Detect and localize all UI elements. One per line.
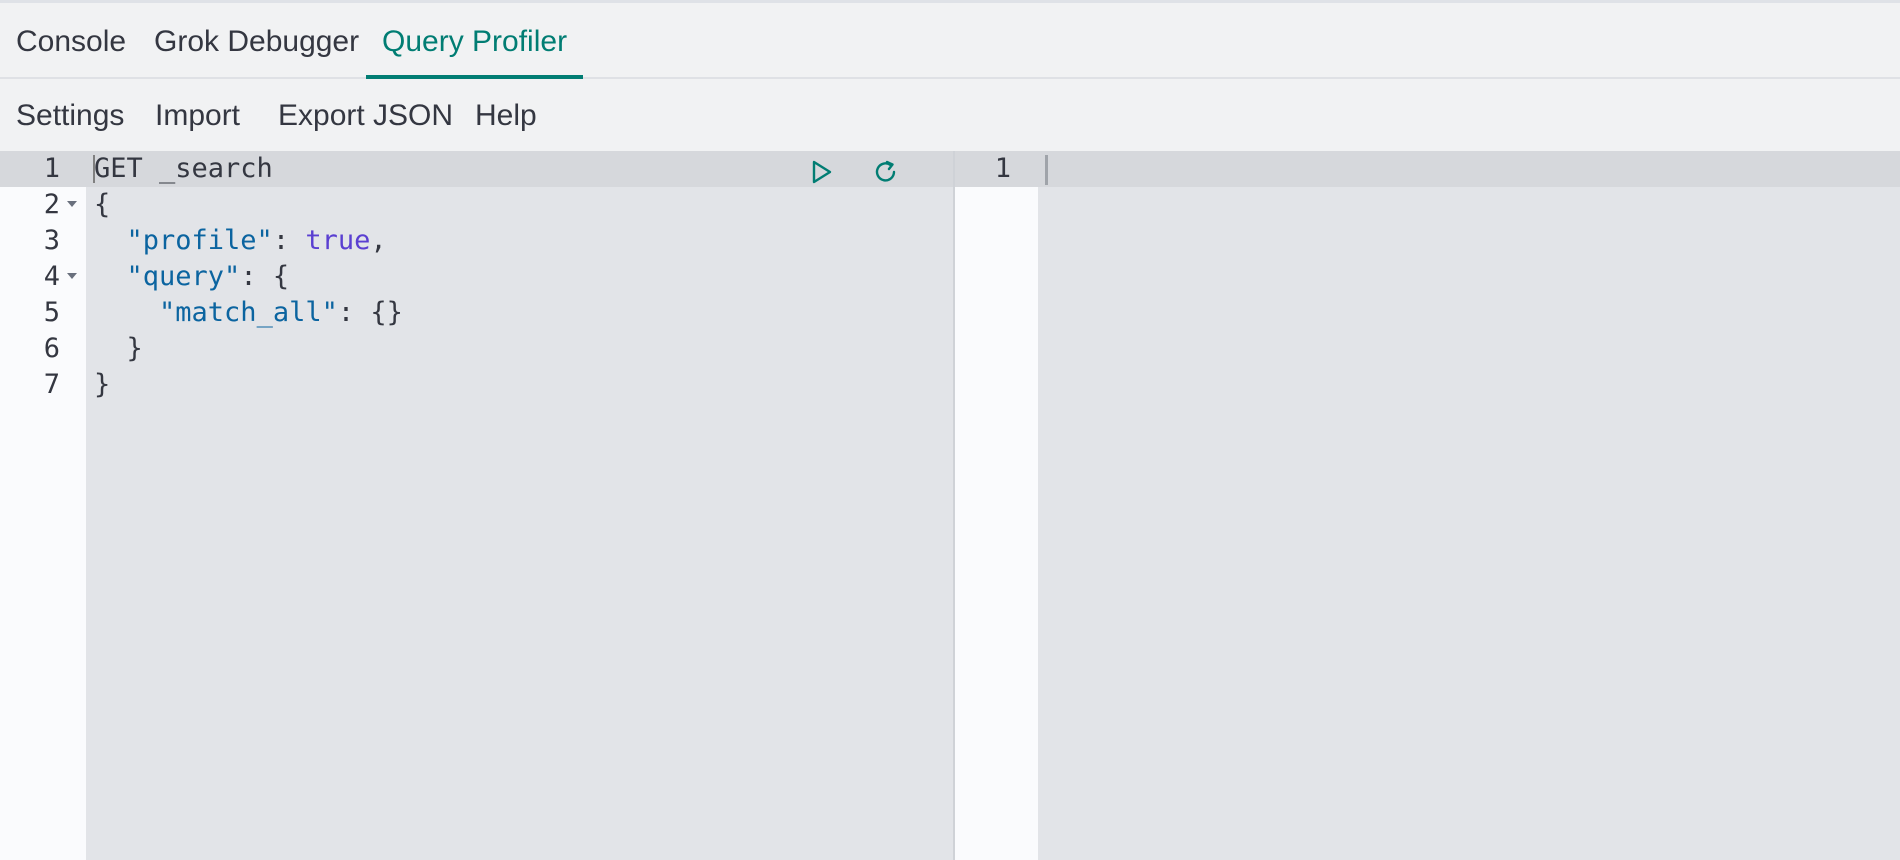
output-text-cursor (1045, 155, 1048, 185)
import-menu-item[interactable]: Import (155, 79, 240, 151)
text-cursor (93, 155, 95, 183)
code-text: GET _search (94, 153, 273, 184)
code-line[interactable]: 2 { (0, 187, 953, 223)
line-number: 7 (43, 369, 60, 400)
code-line[interactable]: 7 } (0, 367, 953, 403)
refresh-icon[interactable] (873, 159, 899, 185)
line-number: 6 (43, 333, 60, 364)
code-line[interactable]: 5 "match_all": {} (0, 295, 953, 331)
play-icon[interactable] (808, 159, 834, 185)
code-line[interactable]: 3 "profile": true, (0, 223, 953, 259)
line-number: 5 (43, 297, 60, 328)
json-separator: : (272, 225, 306, 256)
output-line-number: 1 (994, 153, 1011, 184)
editor-menu: Settings Import Export JSON Help (0, 79, 1900, 151)
settings-menu-item[interactable]: Settings (16, 79, 124, 151)
request-editor[interactable]: 1 GET _search 2 { 3 "profile": true, 4 "… (0, 151, 953, 860)
json-separator: : { (240, 261, 290, 292)
code-text: "match_all": {} (94, 295, 403, 331)
output-line-number-gutter (955, 151, 1038, 860)
fold-arrow-icon[interactable] (67, 273, 77, 279)
help-menu-item[interactable]: Help (475, 79, 537, 151)
json-separator: : {} (337, 297, 403, 328)
json-boolean: true (305, 225, 371, 256)
line-number: 1 (43, 153, 60, 184)
json-key: "match_all" (159, 297, 338, 328)
tab-grok-debugger[interactable]: Grok Debugger (138, 3, 375, 77)
code-text: "profile": true, (94, 223, 387, 259)
response-output[interactable]: 1 (955, 151, 1900, 860)
code-text: { (94, 189, 111, 220)
code-text: "query": { (94, 259, 290, 295)
json-comma: , (370, 225, 387, 256)
code-text: } (94, 333, 143, 364)
line-number: 2 (43, 189, 60, 220)
fold-arrow-icon[interactable] (67, 201, 77, 207)
output-active-line-highlight (955, 151, 1900, 187)
code-line[interactable]: 4 "query": { (0, 259, 953, 295)
tab-console[interactable]: Console (0, 3, 142, 77)
code-line[interactable]: 6 } (0, 331, 953, 367)
tab-query-profiler[interactable]: Query Profiler (366, 3, 584, 79)
json-key: "profile" (126, 225, 273, 256)
code-text: } (94, 369, 111, 400)
json-key: "query" (126, 261, 241, 292)
line-number: 3 (43, 225, 60, 256)
line-number: 4 (43, 261, 60, 292)
tab-bar: Console Grok Debugger Query Profiler (0, 3, 1900, 79)
export-json-menu-item[interactable]: Export JSON (278, 79, 453, 151)
